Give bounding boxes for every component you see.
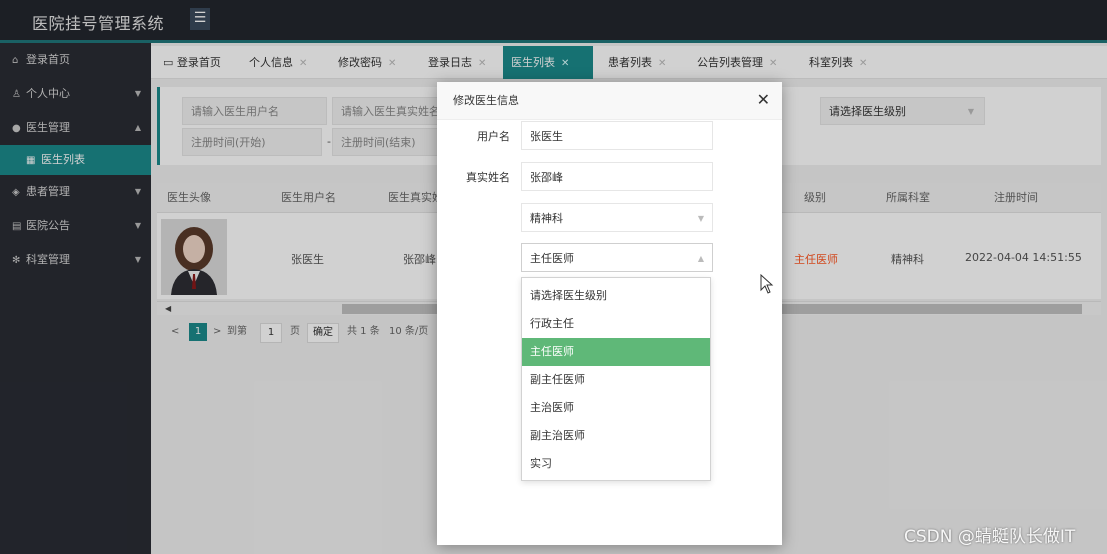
- level-option[interactable]: 副主任医师: [522, 366, 710, 394]
- close-icon[interactable]: ✕: [757, 90, 770, 110]
- level-option[interactable]: 实习: [522, 450, 710, 478]
- department-select-value: 精神科: [530, 212, 563, 225]
- username-label: 用户名: [477, 130, 510, 143]
- realname-field[interactable]: 张邵峰: [521, 162, 713, 191]
- level-option-selected[interactable]: 主任医师: [522, 338, 710, 366]
- level-option[interactable]: 副主治医师: [522, 422, 710, 450]
- chevron-down-icon: ▼: [697, 214, 704, 223]
- username-field[interactable]: 张医生: [521, 121, 713, 150]
- level-dropdown: 请选择医生级别 行政主任 主任医师 副主任医师 主治医师 副主治医师 实习: [521, 277, 711, 481]
- level-select[interactable]: 主任医师 ▲: [521, 243, 713, 272]
- mouse-cursor-icon: [760, 273, 774, 297]
- edit-doctor-dialog: 修改医生信息 ✕ 用户名 张医生 真实姓名 张邵峰 精神科 ▼ 主任医师 ▲ 请…: [437, 82, 782, 545]
- level-option[interactable]: 主治医师: [522, 394, 710, 422]
- watermark: CSDN @蜻蜓队长做IT: [904, 527, 1076, 547]
- level-option[interactable]: 请选择医生级别: [522, 282, 710, 310]
- department-select[interactable]: 精神科 ▼: [521, 203, 713, 232]
- level-option[interactable]: 行政主任: [522, 310, 710, 338]
- level-select-value: 主任医师: [530, 252, 574, 265]
- realname-label: 真实姓名: [466, 171, 510, 184]
- chevron-up-icon: ▲: [697, 254, 704, 263]
- dialog-title: 修改医生信息: [437, 82, 782, 120]
